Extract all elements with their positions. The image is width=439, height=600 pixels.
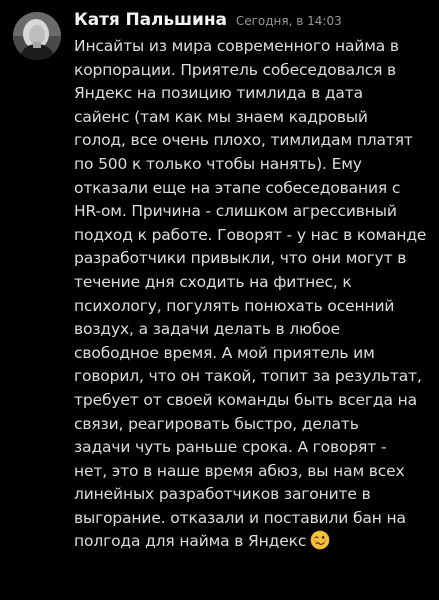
message-line-last: полгода для найма в Яндекс [74, 530, 432, 558]
message-line: течение дня сходить на фитнес, к [74, 272, 352, 291]
message-line: психологу, погулять понюхать осенний [74, 296, 395, 315]
message-line: воздух, а задачи делать в любое [74, 320, 341, 339]
message-line: Инсайты из мира современного найма в [74, 37, 399, 55]
woozy-face-emoji [310, 530, 330, 558]
author-name[interactable]: Катя Пальшина [74, 10, 227, 30]
message-line: разработчики привыкли, что они могут в [74, 249, 407, 268]
message-line: говорил, что он такой, топит за результа… [74, 367, 422, 386]
avatar-photo [13, 12, 61, 60]
message-line: HR-ом. Причина - слишком агрессивный [74, 202, 397, 221]
message-line: корпорации. Приятель собеседовался в [74, 60, 397, 79]
message-line: сайенс (там как мы знаем кадровый [74, 107, 368, 126]
message-line: голод, все очень плохо, тимлидам платят [74, 131, 413, 150]
message-line: связи, реагировать быстро, делать [74, 414, 359, 433]
message-line: по 500 к только чтобы нанять). Ему [74, 154, 362, 173]
message-line: выгорание. отказали и поставили бан на [74, 508, 406, 527]
message-line: свободное время. А мой приятель им [74, 343, 375, 362]
message-line: линейных разработчиков загоните в [74, 485, 371, 504]
message-line: отказали еще на этапе собеседования с [74, 178, 401, 197]
message-timestamp: Сегодня, в 14:03 [235, 14, 342, 28]
avatar[interactable] [13, 12, 61, 60]
message-body: Инсайты из мира современного найма в кор… [74, 35, 432, 558]
message-line: нет, это в наше время абюз, вы нам всех [74, 461, 405, 480]
chat-message: Катя Пальшина Сегодня, в 14:03 Инсайты и… [0, 0, 439, 600]
message-line: требует от своей команды быть всегда на [74, 390, 417, 409]
message-line-text: полгода для найма в Яндекс [74, 532, 307, 551]
message-line: задачи чуть раньше срока. А говорят - [74, 438, 387, 457]
message-line: Яндекс на позицию тимлида в дата [74, 84, 363, 103]
message-line: подход к работе. Говорят - у нас в коман… [74, 225, 427, 244]
message-header: Катя Пальшина Сегодня, в 14:03 [74, 10, 342, 34]
